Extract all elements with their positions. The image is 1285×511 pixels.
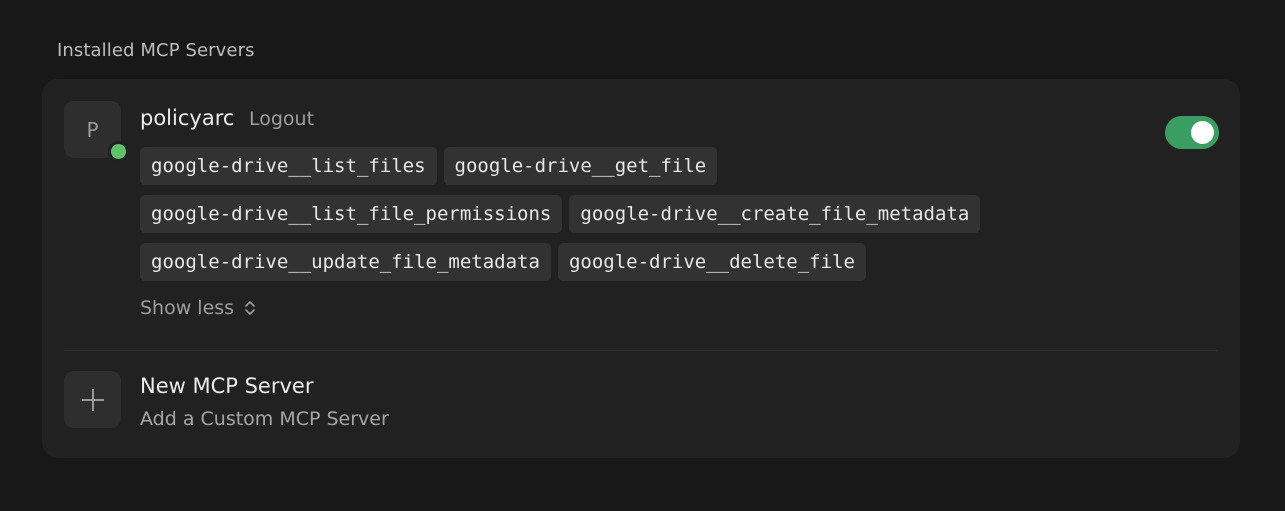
new-server-title: New MCP Server: [140, 374, 314, 398]
show-less-button[interactable]: Show less: [140, 297, 256, 319]
avatar-letter: P: [86, 117, 99, 142]
logout-link[interactable]: Logout: [249, 108, 314, 130]
tool-chip: google-drive__list_files: [140, 147, 437, 185]
server-name: policyarc: [140, 106, 235, 130]
tool-list: google-drive__list_files google-drive__g…: [140, 147, 1100, 291]
new-server-subtitle: Add a Custom MCP Server: [140, 408, 389, 430]
tool-row: google-drive__list_files google-drive__g…: [140, 147, 1100, 185]
show-less-label: Show less: [140, 297, 235, 319]
mcp-servers-card: P policyarc Logout google-drive__list_fi…: [42, 79, 1240, 458]
server-avatar: P: [64, 101, 129, 162]
plus-icon-box: [64, 371, 121, 428]
tool-chip: google-drive__list_file_permissions: [140, 195, 563, 233]
section-title: Installed MCP Servers: [57, 40, 255, 61]
tool-row: google-drive__update_file_metadata googl…: [140, 243, 1100, 281]
new-mcp-server-button[interactable]: New MCP Server Add a Custom MCP Server: [42, 351, 1240, 458]
status-indicator: [108, 141, 129, 162]
server-enable-toggle[interactable]: [1165, 116, 1219, 149]
tool-chip: google-drive__get_file: [443, 147, 718, 185]
tool-chip: google-drive__update_file_metadata: [140, 243, 551, 281]
chevron-up-down-icon: [245, 301, 255, 315]
mcp-server-item: P policyarc Logout google-drive__list_fi…: [42, 79, 1240, 350]
tool-chip: google-drive__delete_file: [557, 243, 866, 281]
tool-row: google-drive__list_file_permissions goog…: [140, 195, 1100, 233]
plus-icon: [81, 388, 104, 411]
tool-chip: google-drive__create_file_metadata: [569, 195, 981, 233]
toggle-knob: [1191, 121, 1214, 144]
